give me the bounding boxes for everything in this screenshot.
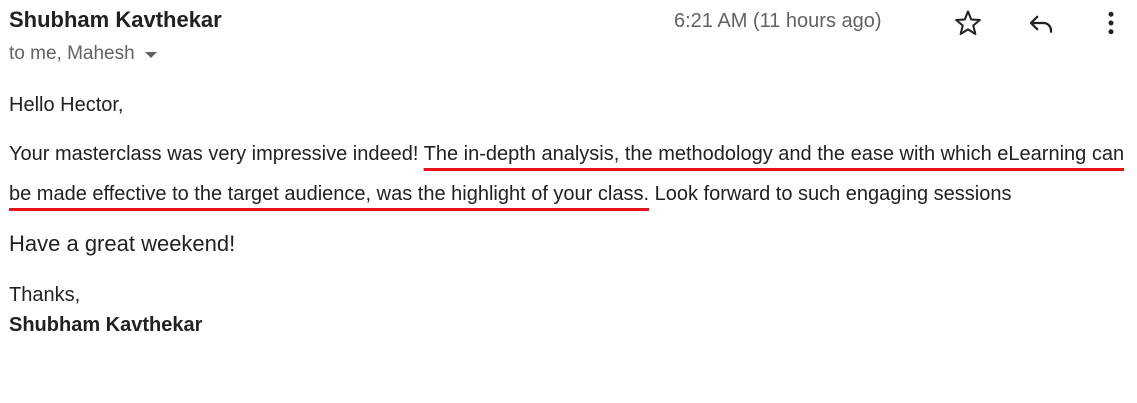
more-vertical-icon — [1108, 11, 1114, 35]
recipients-details-toggle[interactable]: to me, Mahesh — [9, 42, 157, 66]
closing-line: Thanks, — [9, 284, 81, 306]
sender-name[interactable]: Shubham Kavthekar — [9, 6, 222, 34]
more-options-button[interactable] — [1094, 6, 1128, 40]
message-header: Shubham Kavthekar to me, Mahesh 6:21 AM … — [9, 6, 1137, 66]
reply-button[interactable] — [1024, 6, 1058, 40]
greeting-line: Hello Hector, — [9, 94, 124, 116]
star-button[interactable] — [951, 6, 985, 40]
message-body: Hello Hector, Your masterclass was very … — [9, 88, 1129, 340]
chevron-down-icon[interactable] — [144, 52, 157, 58]
star-icon — [955, 10, 981, 35]
paragraph-start: Your masterclass was very impressive ind… — [9, 143, 424, 165]
reply-icon — [1029, 15, 1053, 33]
signature-name: Shubham Kavthekar — [9, 314, 203, 336]
message-paragraph: Your masterclass was very impressive ind… — [9, 134, 1129, 214]
recipients-text: to me, Mahesh — [9, 43, 135, 64]
weekend-line: Have a great weekend! — [9, 231, 236, 256]
message-timestamp: 6:21 AM (11 hours ago) — [674, 10, 882, 32]
paragraph-end: Look forward to such engaging sessions — [649, 183, 1012, 205]
